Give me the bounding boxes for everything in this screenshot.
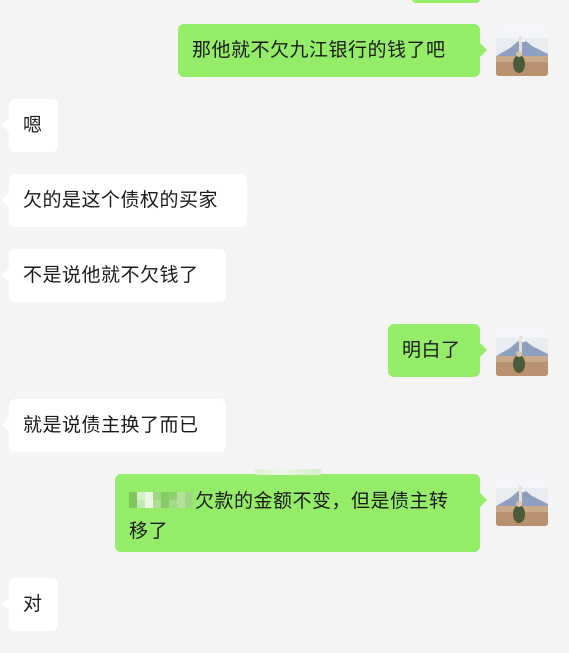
message-text: 嗯 xyxy=(23,114,43,136)
mountain-landscape-avatar-icon xyxy=(496,474,548,526)
message-bubble-sent[interactable]: 明白了 xyxy=(388,324,487,377)
message-bubble-received[interactable]: 就是说债主换了而已 xyxy=(2,399,226,452)
redaction-mosaic xyxy=(129,491,193,508)
message-text: 欠款的金额不变，但是债主转 xyxy=(195,490,449,512)
message-bubble-sent[interactable]: 那他就不欠九江银行的钱了吧 xyxy=(178,24,487,77)
message-bubble-received[interactable]: 对 xyxy=(2,578,58,631)
avatar[interactable] xyxy=(496,324,548,376)
message-text: 那他就不欠九江银行的钱了吧 xyxy=(192,39,446,61)
mountain-landscape-avatar-icon xyxy=(496,324,548,376)
message-bubble-received[interactable]: 不是说他就不欠钱了 xyxy=(2,249,226,302)
message-text: 明白了 xyxy=(402,339,461,361)
avatar[interactable] xyxy=(496,474,548,526)
message-text: 欠的是这个债权的买家 xyxy=(23,189,219,211)
message-bubble-sent[interactable]: 欠款的金额不变，但是债主转 移了 xyxy=(115,469,487,552)
message-text-line-2: 移了 xyxy=(129,516,466,546)
avatar[interactable] xyxy=(496,24,548,76)
message-text: 不是说他就不欠钱了 xyxy=(23,264,199,286)
message-text-line-1: 欠款的金额不变，但是债主转 xyxy=(129,486,466,516)
message-text: 就是说债主换了而已 xyxy=(23,414,199,436)
redaction-mosaic-top xyxy=(255,469,321,475)
message-text: 对 xyxy=(23,593,43,615)
message-bubble-received[interactable]: 欠的是这个债权的买家 xyxy=(2,174,247,227)
mountain-landscape-avatar-icon xyxy=(496,24,548,76)
message-bubble-received[interactable]: 嗯 xyxy=(2,99,58,152)
previous-message-bubble-partial xyxy=(412,0,480,3)
message-text: 移了 xyxy=(129,520,169,542)
